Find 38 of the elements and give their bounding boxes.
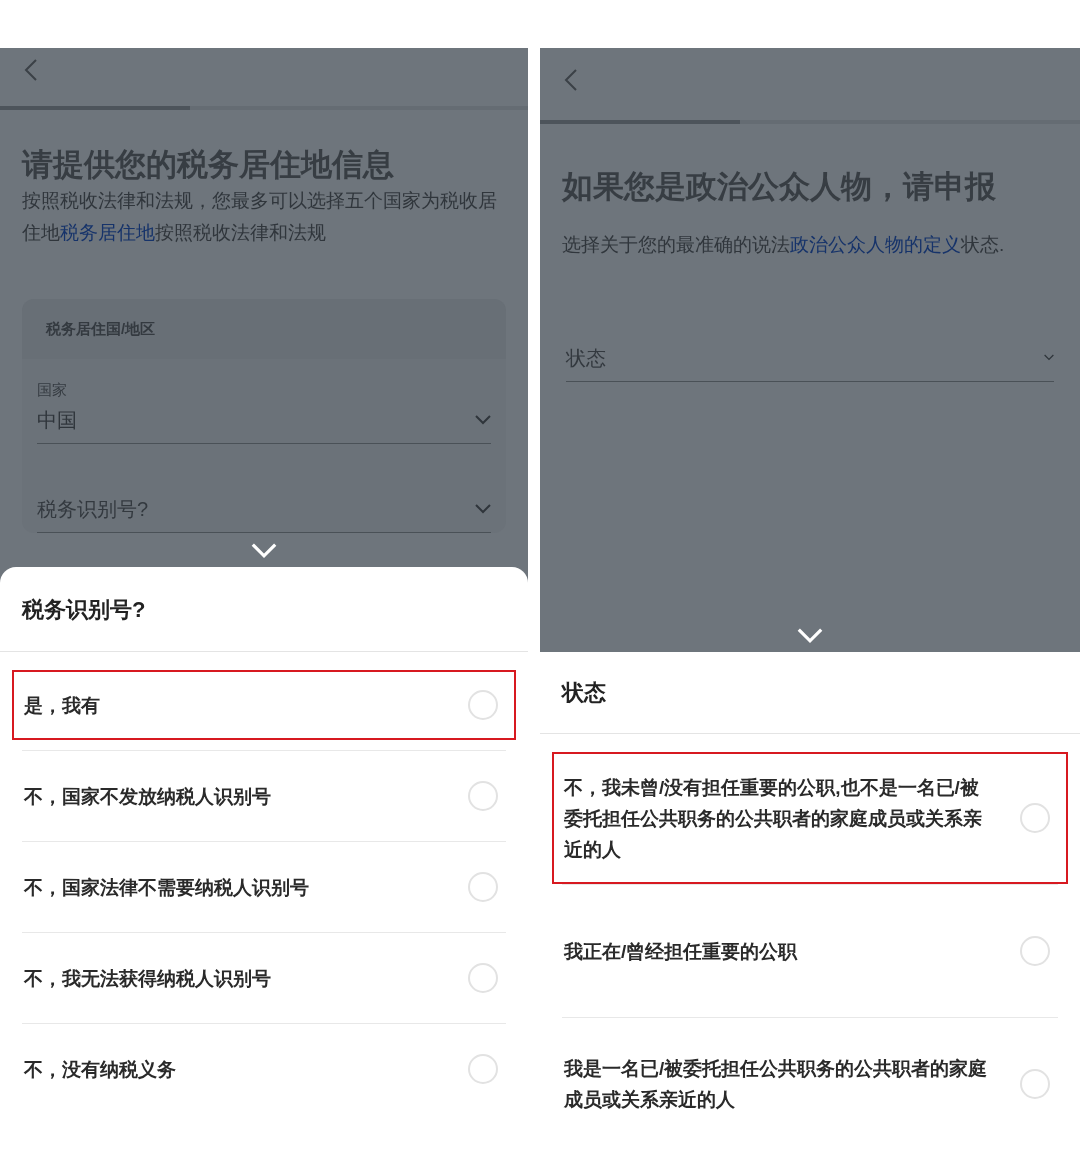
radio-button[interactable] bbox=[1020, 1069, 1050, 1099]
field-value: 中国 bbox=[37, 408, 77, 434]
option-label: 我正在/曾经担任重要的公职 bbox=[564, 939, 798, 964]
page-title: 请提供您的税务居住地信息 bbox=[22, 146, 395, 184]
option-row[interactable]: 我是一名已/被委托担任公共职务的公共职者的家庭成员或关系亲近的人 bbox=[552, 1018, 1068, 1150]
page-description: 按照税收法律和法规，您最多可以选择五个国家为税收居住地税务居住地按照税收法律和法规 bbox=[22, 188, 498, 245]
back-icon[interactable] bbox=[564, 68, 578, 92]
chevron-down-icon bbox=[1044, 354, 1054, 362]
option-label: 不，国家不发放纳税人识别号 bbox=[24, 784, 271, 809]
option-row[interactable]: 不，我未曾/没有担任重要的公职,也不是一名已/被委托担任公共职务的公共职者的家庭成员或关系亲近的人 bbox=[552, 752, 1068, 884]
chevron-down-icon bbox=[475, 415, 491, 426]
radio-button[interactable] bbox=[1020, 936, 1050, 966]
field-placeholder: 状态 bbox=[566, 345, 606, 371]
option-row[interactable]: 不，国家法律不需要纳税人识别号 bbox=[12, 852, 516, 922]
option-row[interactable]: 不，国家不发放纳税人识别号 bbox=[12, 761, 516, 831]
radio-button[interactable] bbox=[468, 781, 498, 811]
option-row[interactable]: 不，没有纳税义务 bbox=[12, 1034, 516, 1104]
back-icon[interactable] bbox=[24, 58, 38, 82]
option-row[interactable]: 我正在/曾经担任重要的公职 bbox=[552, 885, 1068, 1017]
sheet-title: 状态 bbox=[562, 679, 606, 707]
radio-button[interactable] bbox=[468, 963, 498, 993]
radio-button[interactable] bbox=[468, 690, 498, 720]
chevron-down-icon bbox=[475, 504, 491, 515]
option-label: 我是一名已/被委托担任公共职务的公共职者的家庭成员或关系亲近的人 bbox=[564, 1057, 989, 1112]
page-description: 选择关于您的最准确的说法政治公众人物的定义状态. bbox=[562, 232, 1006, 257]
option-label: 不，国家法律不需要纳税人识别号 bbox=[24, 875, 309, 900]
option-row[interactable]: 是，我有 bbox=[12, 670, 516, 740]
option-label: 是，我有 bbox=[24, 693, 100, 718]
field-placeholder: 税务识别号? bbox=[37, 497, 149, 523]
option-label: 不，我无法获得纳税人识别号 bbox=[24, 966, 271, 991]
option-label: 不，没有纳税义务 bbox=[24, 1057, 176, 1082]
radio-button[interactable] bbox=[1020, 803, 1050, 833]
option-row[interactable]: 不，我无法获得纳税人识别号 bbox=[12, 943, 516, 1013]
radio-button[interactable] bbox=[468, 1054, 498, 1084]
page-title: 如果您是政治公众人物，请申报 bbox=[562, 168, 997, 206]
radio-button[interactable] bbox=[468, 872, 498, 902]
sheet-title: 税务识别号? bbox=[22, 595, 146, 624]
option-label: 不，我未曾/没有担任重要的公职,也不是一名已/被委托担任公共职务的公共职者的家庭成员或关系亲近的人 bbox=[564, 775, 983, 862]
